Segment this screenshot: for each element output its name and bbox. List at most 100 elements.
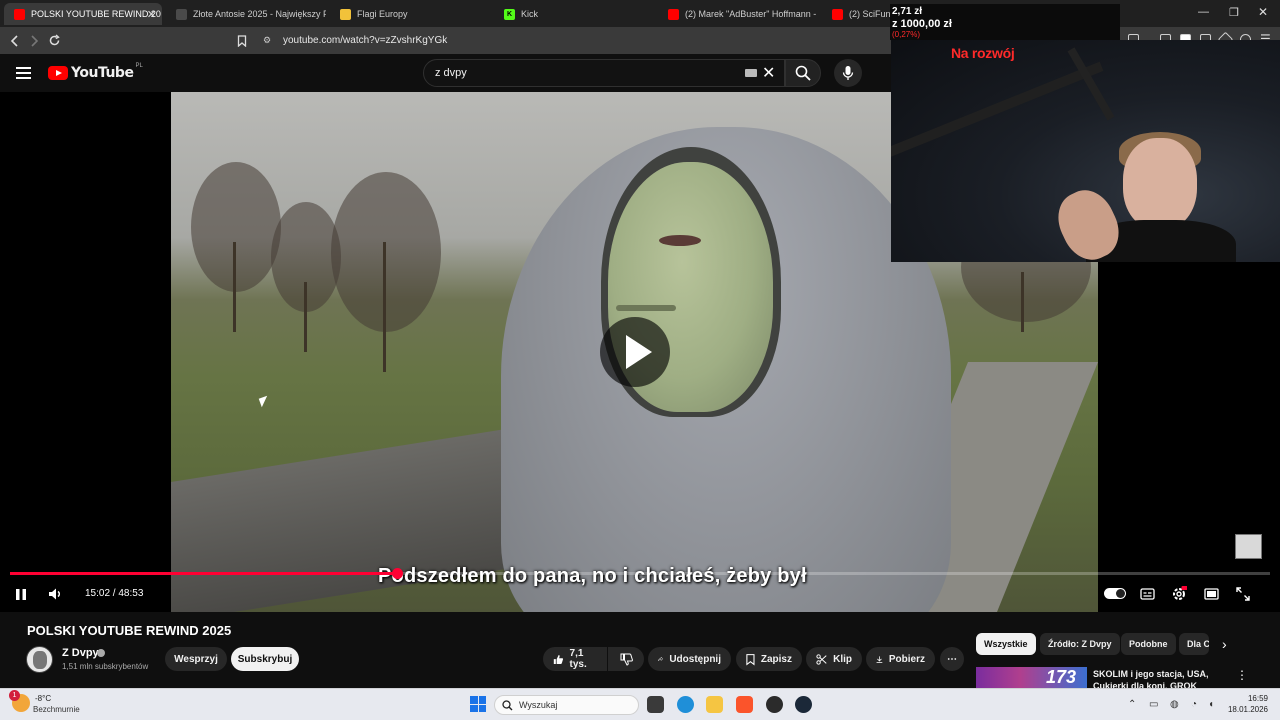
tab-youtube-rewind[interactable]: POLSKI YOUTUBE REWIND 20 ✕ (4, 3, 162, 25)
tab-kick[interactable]: K Kick (494, 3, 654, 25)
maximize-button[interactable]: ❐ (1229, 6, 1239, 19)
miniplayer-button[interactable] (1202, 585, 1220, 603)
bookmark-icon[interactable] (233, 32, 250, 49)
clear-search-icon[interactable]: ✕ (762, 63, 775, 83)
captions-icon (1139, 588, 1155, 600)
verified-icon (97, 649, 105, 657)
tab-scifun[interactable]: (2) SciFun - (822, 3, 890, 25)
url-text: youtube.com/watch?v=zZvshrKgYGk (283, 35, 448, 46)
goal-current: 2,71 zł (892, 6, 923, 17)
forward-button[interactable] (25, 32, 42, 49)
logo-text: YouTube (71, 65, 134, 81)
reload-button[interactable] (46, 32, 63, 49)
tab-title: Kick (521, 9, 539, 19)
app-icon[interactable] (766, 696, 783, 713)
weather-widget[interactable]: 1 -8°C Bezchmurnie (9, 690, 80, 714)
kick-icon: K (504, 8, 515, 20)
scissors-icon (816, 653, 827, 665)
logo-country: PL (135, 63, 143, 69)
volume-icon (48, 588, 60, 600)
tab-title: Flagi Europy (357, 9, 408, 19)
window-close-button[interactable]: ✕ (1258, 5, 1268, 19)
minimize-button[interactable]: — (1198, 6, 1209, 18)
start-button[interactable] (470, 696, 486, 712)
channel-avatar[interactable] (26, 646, 53, 673)
hamburger-menu-icon[interactable] (16, 67, 31, 79)
more-icon: ⋯ (947, 653, 957, 665)
chip-for-you[interactable]: Dla C (1179, 633, 1209, 655)
task-view-icon[interactable] (647, 696, 664, 713)
keyboard-icon[interactable] (745, 69, 757, 77)
autoplay-toggle[interactable] (1104, 588, 1126, 599)
like-button[interactable]: 7,1 tys. (543, 647, 607, 671)
subtitles-button[interactable] (1138, 585, 1156, 603)
site-settings-icon[interactable]: ⚙ (263, 35, 271, 46)
pause-button[interactable] (12, 585, 30, 603)
taskbar-search[interactable]: Wyszukaj (494, 695, 639, 715)
weather-desc: Bezchmurnie (33, 705, 80, 714)
file-explorer-icon[interactable] (706, 696, 723, 713)
chip-related[interactable]: Podobne (1121, 633, 1176, 655)
close-icon[interactable]: ✕ (147, 8, 156, 21)
edge-icon[interactable] (677, 696, 694, 713)
thumbs-down-icon (620, 653, 633, 666)
tab-title: (2) Marek "AdBuster" Hoffmann - Yo (685, 9, 818, 19)
share-label: Udostępnij (669, 653, 721, 665)
brave-icon[interactable] (736, 696, 753, 713)
microphone-icon[interactable]: ◍ (1170, 699, 1181, 710)
progress-fill (10, 572, 398, 575)
fullscreen-button[interactable] (1234, 585, 1252, 603)
microphone-icon (842, 66, 854, 80)
search-button[interactable] (785, 59, 821, 87)
youtube-icon (832, 8, 843, 20)
steam-icon[interactable] (795, 696, 812, 713)
more-vert-icon[interactable]: ⋮ (1236, 668, 1248, 682)
speaker-icon[interactable]: ◖ (1208, 699, 1219, 710)
channel-name[interactable]: Z Dvpy (62, 647, 99, 659)
chip-source[interactable]: Źródło: Z Dvpy (1040, 633, 1120, 655)
tab-title: POLSKI YOUTUBE REWIND 20 (31, 9, 161, 19)
overlay-fist-icon (1235, 534, 1262, 559)
tab-flagi-europy[interactable]: Flagi Europy (330, 3, 490, 25)
youtube-icon (14, 8, 25, 20)
page-icon (176, 8, 187, 20)
video-subtitle: Podszedłem do pana, no i chciałeś, żeby … (378, 565, 807, 587)
system-clock[interactable]: 16:59 18.01.2026 (1228, 693, 1268, 715)
wifi-icon[interactable]: ◔ (1191, 699, 1202, 710)
network-icon[interactable]: ▭ (1149, 699, 1160, 710)
tab-adbuster[interactable]: (2) Marek "AdBuster" Hoffmann - Yo (658, 3, 818, 25)
tab-title: Złote Antosie 2025 - Największy Pleb (193, 9, 326, 19)
streamer-webcam-overlay (891, 40, 1280, 262)
dislike-button[interactable] (608, 647, 644, 671)
miniplayer-icon (1203, 588, 1219, 600)
volume-button[interactable] (46, 585, 64, 603)
time-display: 15:02 / 48:53 (85, 588, 144, 599)
subscribe-button[interactable]: Subskrybuj (231, 647, 299, 671)
gear-icon (1173, 586, 1187, 600)
settings-button[interactable] (1170, 585, 1188, 603)
channel-subscribers: 1,51 mln subskrybentów (62, 662, 149, 671)
chevron-right-icon[interactable]: › (1222, 636, 1227, 652)
tab-zlote-antosie[interactable]: Złote Antosie 2025 - Największy Pleb (166, 3, 326, 25)
big-play-button[interactable] (600, 317, 670, 387)
weather-temp: -8°C (35, 694, 52, 703)
download-icon (876, 655, 883, 663)
url-field[interactable]: ⚙ youtube.com/watch?v=zZvshrKgYGk (255, 31, 895, 50)
chip-all[interactable]: Wszystkie (976, 633, 1036, 655)
back-button[interactable] (6, 32, 23, 49)
chip-label: Wszystkie (984, 639, 1028, 649)
goal-percent: (0,27%) (892, 30, 921, 39)
chevron-up-icon[interactable]: ⌃ (1128, 699, 1139, 710)
share-button[interactable]: Udostępnij (648, 647, 731, 671)
download-button[interactable]: Pobierz (866, 647, 935, 671)
tab-title: (2) SciFun - (849, 9, 890, 19)
progress-bar[interactable] (10, 568, 1270, 579)
clip-button[interactable]: Klip (806, 647, 862, 671)
youtube-logo[interactable]: YouTube PL (48, 63, 143, 81)
search-placeholder: Wyszukaj (519, 700, 558, 710)
support-button[interactable]: Wesprzyj (165, 647, 227, 671)
more-actions-button[interactable]: ⋯ (940, 647, 964, 671)
voice-search-button[interactable] (834, 59, 862, 87)
save-button[interactable]: Zapisz (736, 647, 802, 671)
search-input[interactable]: z dvpy (423, 59, 785, 87)
